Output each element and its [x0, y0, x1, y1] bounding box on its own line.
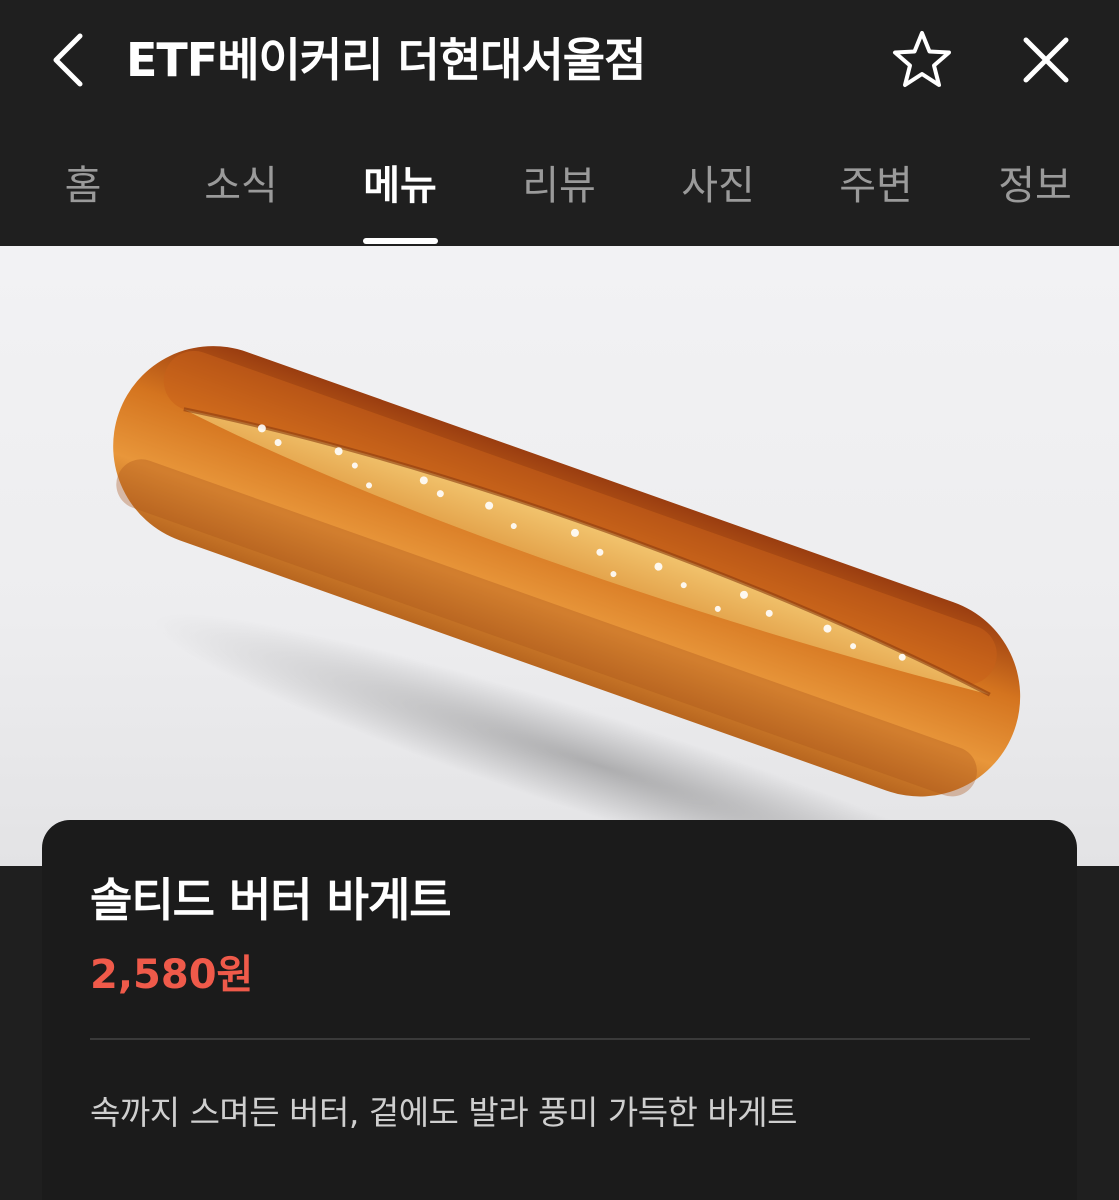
tab-menu[interactable]: 메뉴	[321, 120, 479, 244]
menu-item-description: 속까지 스며든 버터, 겉에도 발라 풍미 가득한 바게트	[90, 1093, 797, 1132]
tab-bar: 홈 소식 메뉴 리뷰 사진 주변 정보	[0, 120, 1119, 244]
tab-home[interactable]: 홈	[4, 120, 162, 244]
tab-photos[interactable]: 사진	[639, 120, 797, 244]
divider	[90, 1038, 1030, 1040]
tab-news[interactable]: 소식	[162, 120, 320, 244]
menu-item-price: 2,580원	[90, 952, 254, 998]
close-button[interactable]	[1008, 22, 1084, 98]
menu-item-card: 솔티드 버터 바게트 2,580원 속까지 스며든 버터, 겉에도 발라 풍미 …	[42, 820, 1077, 1200]
top-bar: ETF베이커리 더현대서울점	[0, 0, 1119, 120]
menu-detail-screen: ETF베이커리 더현대서울점 홈 소식 메뉴 리뷰 사진 주변 정보 솔티드 버…	[0, 0, 1119, 1200]
tab-reviews[interactable]: 리뷰	[480, 120, 638, 244]
tab-info[interactable]: 정보	[956, 120, 1114, 244]
close-icon	[1023, 37, 1069, 83]
baguette-photo	[113, 346, 1048, 866]
favorite-button[interactable]	[884, 22, 960, 98]
active-tab-indicator	[363, 238, 438, 244]
menu-item-name: 솔티드 버터 바게트	[90, 873, 452, 927]
store-title: ETF베이커리 더현대서울점	[126, 33, 646, 87]
tab-nearby[interactable]: 주변	[797, 120, 955, 244]
menu-item-photo[interactable]	[0, 246, 1119, 866]
back-button[interactable]	[30, 20, 106, 100]
chevron-left-icon	[53, 33, 83, 87]
star-outline-icon	[893, 31, 951, 87]
